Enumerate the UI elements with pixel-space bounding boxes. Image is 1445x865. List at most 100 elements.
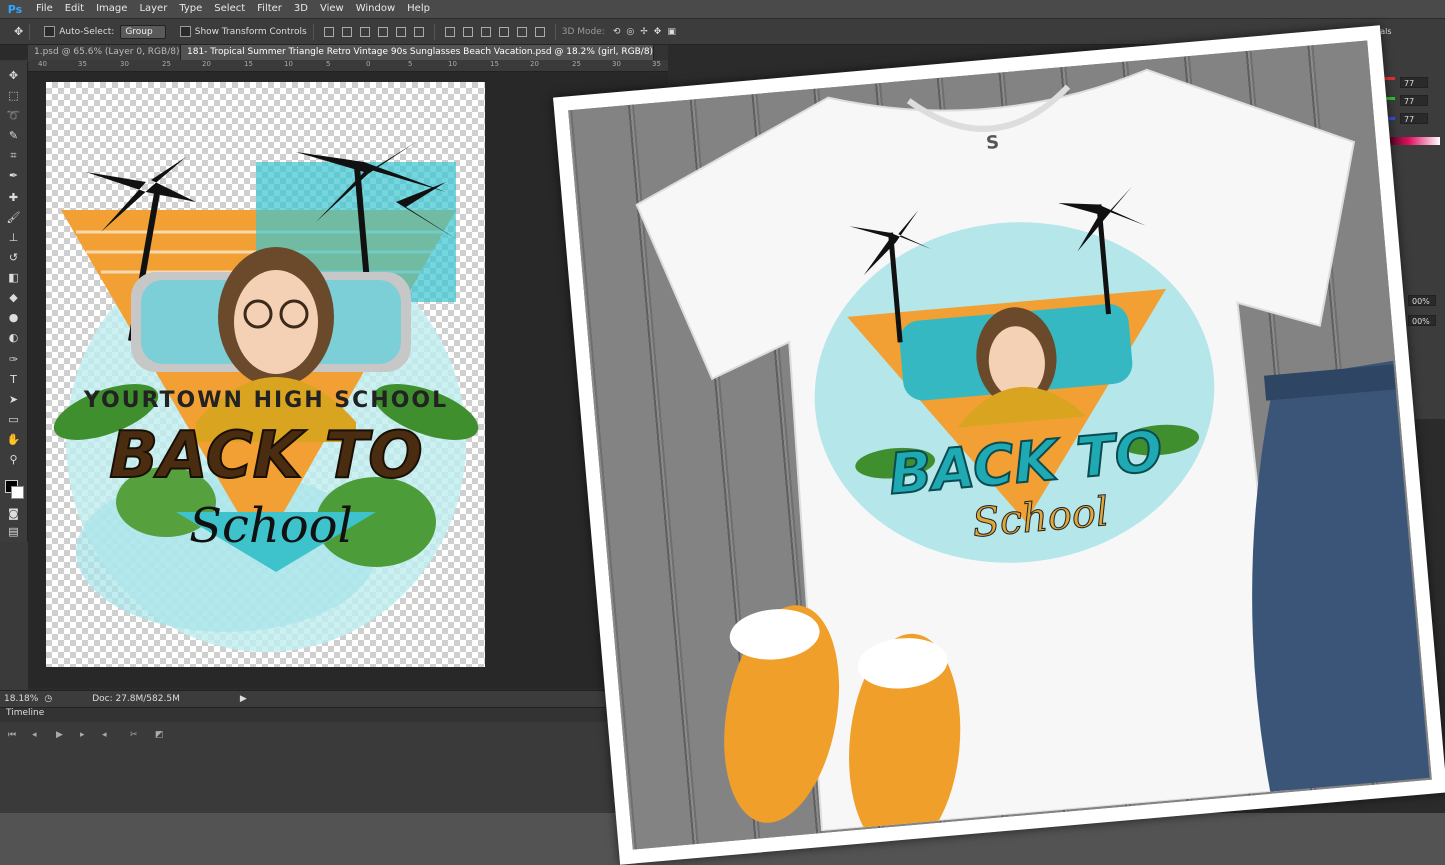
3d-mode-label: 3D Mode: bbox=[561, 26, 605, 37]
align-left-icon[interactable] bbox=[377, 26, 388, 37]
zoom-level[interactable]: 18.18% bbox=[4, 694, 38, 704]
pen-icon[interactable]: ✑ bbox=[6, 352, 21, 367]
move-tool-preset-icon[interactable]: ✥ bbox=[14, 25, 23, 38]
ruler-tick: 20 bbox=[530, 60, 539, 68]
align-top-icon[interactable] bbox=[323, 26, 334, 37]
menu-file[interactable]: File bbox=[30, 0, 59, 18]
ruler-tick: 10 bbox=[448, 60, 457, 68]
opacity-value[interactable]: 00% bbox=[1408, 295, 1436, 306]
blue-value[interactable]: 77 bbox=[1400, 113, 1428, 124]
menu-layer[interactable]: Layer bbox=[133, 0, 173, 18]
green-value[interactable]: 77 bbox=[1400, 95, 1428, 106]
design-artwork: YOURTOWN HIGH SCHOOL BACK TO School bbox=[53, 142, 479, 652]
mockup-photo: S BACK TO School bbox=[568, 40, 1432, 850]
transition-icon[interactable]: ◩ bbox=[155, 730, 164, 740]
status-menu-icon[interactable]: ◷ bbox=[44, 694, 52, 704]
align-center-icon[interactable] bbox=[395, 26, 406, 37]
audio-icon[interactable]: ◂ bbox=[102, 730, 107, 740]
tab-document-2[interactable]: 181- Tropical Summer Triangle Retro Vint… bbox=[181, 45, 654, 60]
crop-icon[interactable]: ⌗ bbox=[6, 148, 21, 163]
3d-pan-icon[interactable]: ✢ bbox=[640, 27, 648, 37]
quick-mask-icon[interactable]: ◙ bbox=[6, 506, 21, 521]
distribute-bottom-icon[interactable] bbox=[480, 26, 491, 37]
app-logo: Ps bbox=[7, 2, 23, 16]
divider bbox=[312, 23, 314, 40]
status-arrow-icon[interactable]: ▶ bbox=[240, 694, 247, 704]
ruler-tick: 30 bbox=[120, 60, 129, 68]
divider bbox=[29, 23, 31, 40]
ruler-tick: 30 bbox=[612, 60, 621, 68]
distribute-top-icon[interactable] bbox=[444, 26, 455, 37]
fill-value[interactable]: 00% bbox=[1408, 315, 1436, 326]
next-frame-icon[interactable]: ▸ bbox=[80, 730, 85, 740]
screen-mode-icon[interactable]: ▤ bbox=[6, 524, 21, 539]
ruler-tick: 35 bbox=[652, 60, 661, 68]
history-brush-icon[interactable]: ↺ bbox=[6, 250, 21, 265]
ruler-tick: 10 bbox=[284, 60, 293, 68]
previous-frame-icon[interactable]: ◂ bbox=[32, 730, 37, 740]
red-value[interactable]: 77 bbox=[1400, 77, 1428, 88]
menu-filter[interactable]: Filter bbox=[251, 0, 288, 18]
menu-select[interactable]: Select bbox=[208, 0, 251, 18]
shape-icon[interactable]: ▭ bbox=[6, 412, 21, 427]
3d-rotate-icon[interactable]: ⟲ bbox=[613, 27, 621, 37]
menu-window[interactable]: Window bbox=[350, 0, 401, 18]
go-to-first-frame-icon[interactable]: ⏮ bbox=[8, 730, 16, 740]
blur-icon[interactable]: ● bbox=[6, 310, 21, 325]
tab-document-1[interactable]: 1.psd @ 65.6% (Layer 0, RGB/8) × bbox=[28, 45, 181, 60]
distribute-right-icon[interactable] bbox=[534, 26, 545, 37]
timeline-label[interactable]: Timeline bbox=[6, 708, 44, 718]
distribute-middle-icon[interactable] bbox=[462, 26, 473, 37]
move-icon[interactable]: ✥ bbox=[6, 68, 21, 83]
eyedropper-icon[interactable]: ✒ bbox=[6, 168, 21, 183]
hand-icon[interactable]: ✋ bbox=[6, 432, 21, 447]
3d-roll-icon[interactable]: ◎ bbox=[626, 27, 634, 37]
eraser-icon[interactable]: ◧ bbox=[6, 270, 21, 285]
lasso-icon[interactable]: ➰ bbox=[6, 108, 21, 123]
ruler-tick: 15 bbox=[490, 60, 499, 68]
3d-scale-icon[interactable]: ▣ bbox=[667, 27, 676, 37]
document-canvas[interactable]: YOURTOWN HIGH SCHOOL BACK TO School bbox=[46, 82, 485, 667]
auto-select-dropdown[interactable]: Group bbox=[120, 24, 166, 39]
menu-type[interactable]: Type bbox=[173, 0, 208, 18]
menu-image[interactable]: Image bbox=[90, 0, 133, 18]
path-select-icon[interactable]: ➤ bbox=[6, 392, 21, 407]
marquee-icon[interactable]: ⬚ bbox=[6, 88, 21, 103]
distribute-center-icon[interactable] bbox=[516, 26, 527, 37]
ruler-tick: 5 bbox=[408, 60, 413, 68]
auto-select-label: Auto-Select: bbox=[59, 26, 115, 37]
zoom-icon[interactable]: ⚲ bbox=[6, 452, 21, 467]
healing-icon[interactable]: ✚ bbox=[6, 190, 21, 205]
design-school-text: YOURTOWN HIGH SCHOOL bbox=[83, 388, 448, 413]
paint-bucket-icon[interactable]: ◆ bbox=[6, 290, 21, 305]
ruler-tick: 40 bbox=[38, 60, 47, 68]
divider bbox=[554, 23, 556, 40]
split-icon[interactable]: ✂ bbox=[130, 730, 138, 740]
stamp-icon[interactable]: ⊥ bbox=[6, 230, 21, 245]
ruler-tick: 20 bbox=[202, 60, 211, 68]
tab-label: 1.psd @ 65.6% (Layer 0, RGB/8) bbox=[34, 47, 180, 57]
auto-select-checkbox[interactable] bbox=[44, 26, 56, 37]
quick-select-icon[interactable]: ✎ bbox=[6, 128, 21, 143]
menu-bar: Ps File Edit Image Layer Type Select Fil… bbox=[0, 0, 1445, 19]
design-back-to-text: BACK TO bbox=[109, 419, 422, 493]
show-transform-label: Show Transform Controls bbox=[194, 26, 307, 37]
ruler-horizontal: 40 35 30 25 20 15 10 5 0 5 10 15 20 25 3… bbox=[28, 60, 668, 72]
type-icon[interactable]: T bbox=[6, 372, 21, 387]
align-middle-icon[interactable] bbox=[341, 26, 352, 37]
3d-slide-icon[interactable]: ✥ bbox=[654, 27, 662, 37]
menu-edit[interactable]: Edit bbox=[59, 0, 90, 18]
shirt-size-label: S bbox=[985, 132, 1000, 154]
dodge-icon[interactable]: ◐ bbox=[6, 330, 21, 345]
play-icon[interactable]: ▶ bbox=[56, 730, 63, 740]
distribute-left-icon[interactable] bbox=[498, 26, 509, 37]
menu-view[interactable]: View bbox=[314, 0, 350, 18]
align-right-icon[interactable] bbox=[413, 26, 424, 37]
align-bottom-icon[interactable] bbox=[359, 26, 370, 37]
menu-3d[interactable]: 3D bbox=[288, 0, 314, 18]
ruler-tick: 15 bbox=[244, 60, 253, 68]
background-color-swatch[interactable] bbox=[11, 486, 24, 499]
show-transform-checkbox[interactable] bbox=[179, 26, 191, 37]
menu-help[interactable]: Help bbox=[401, 0, 436, 18]
brush-icon[interactable]: 🖌 bbox=[6, 210, 21, 225]
